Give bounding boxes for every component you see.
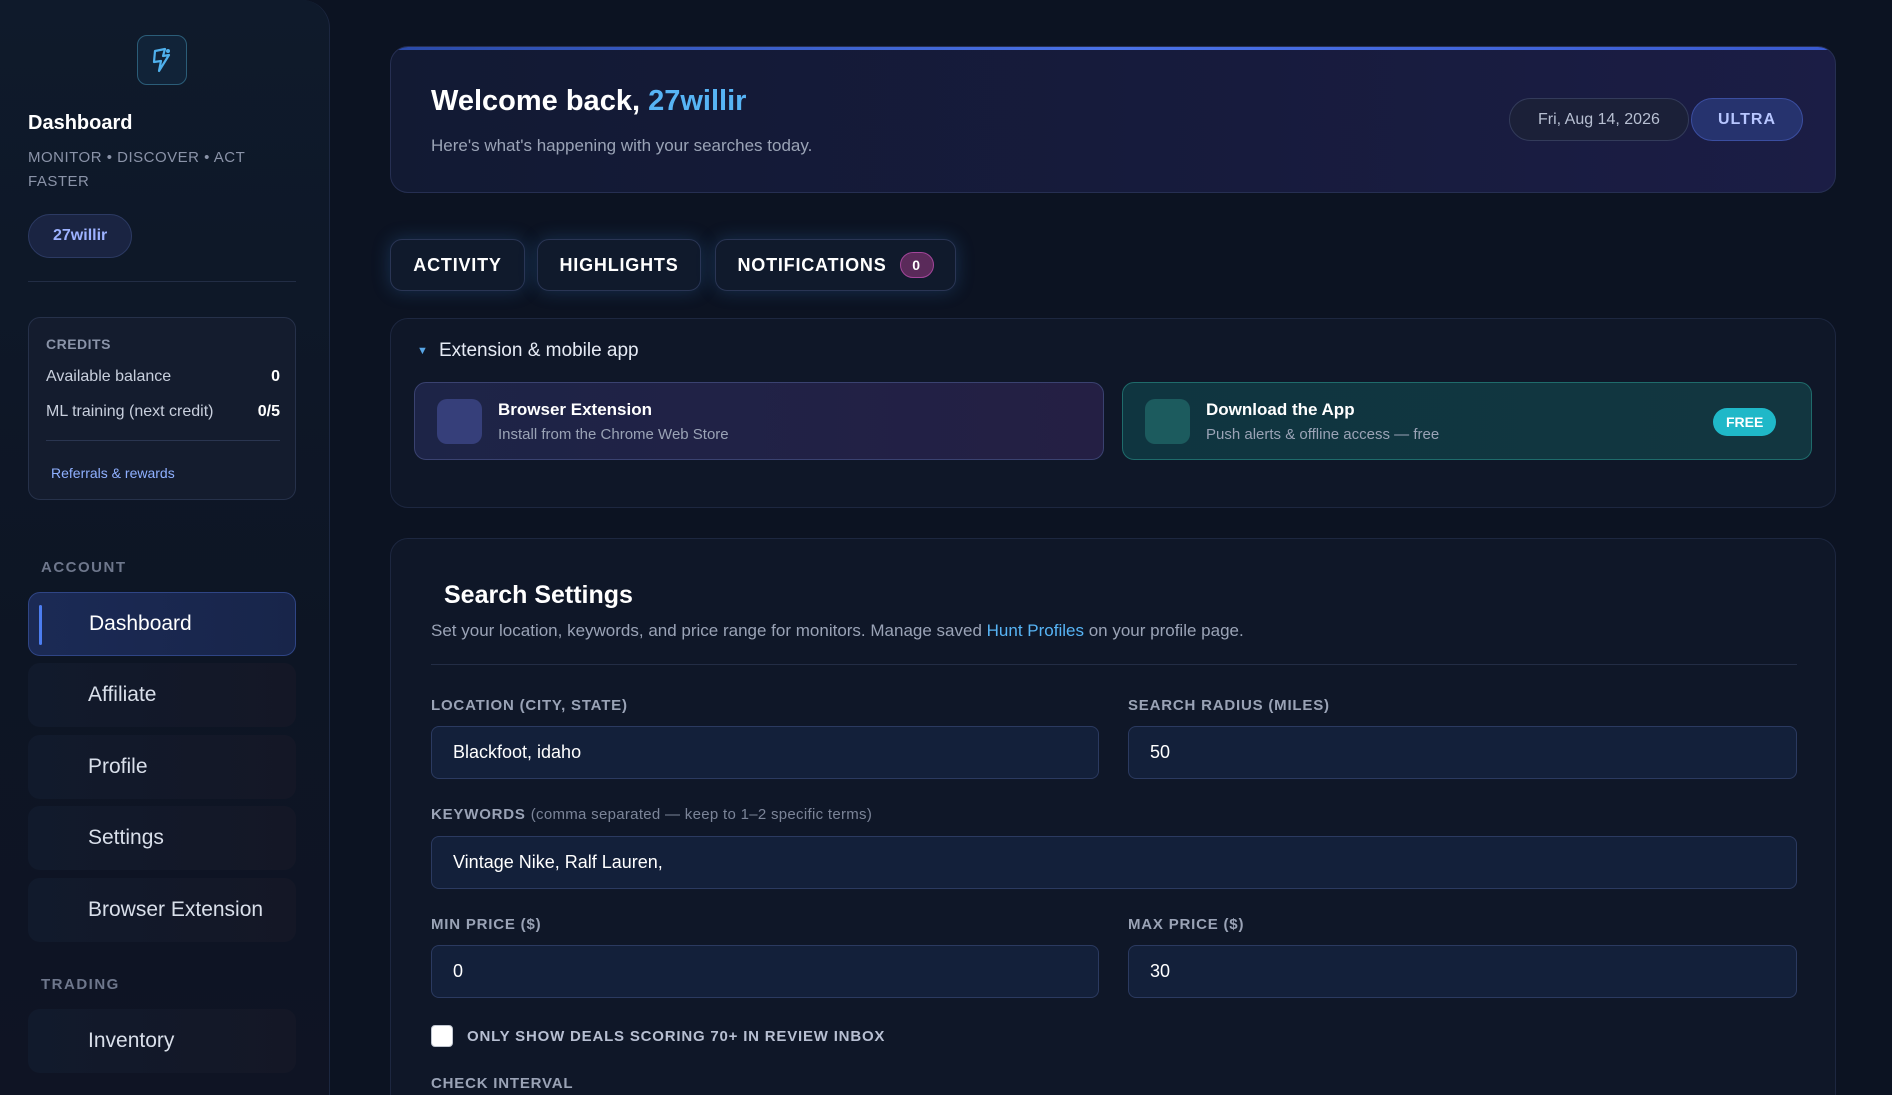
welcome-greeting: Welcome back, bbox=[431, 85, 641, 117]
sidebar-title: Dashboard bbox=[28, 112, 133, 134]
tab-notifications[interactable]: NOTIFICATIONS 0 bbox=[715, 239, 956, 291]
date-badge: Fri, Aug 14, 2026 bbox=[1509, 98, 1689, 141]
sidebar-item-dashboard[interactable]: Dashboard bbox=[28, 592, 296, 656]
tab-activity[interactable]: ACTIVITY bbox=[390, 239, 525, 291]
notifications-count-badge: 0 bbox=[899, 252, 934, 278]
sidebar-item-inventory[interactable]: Inventory bbox=[28, 1009, 296, 1073]
max-price-label: MAX PRICE ($) bbox=[1128, 916, 1245, 933]
min-price-input[interactable] bbox=[431, 945, 1099, 998]
app-logo-icon[interactable] bbox=[137, 35, 187, 85]
hunt-profiles-link[interactable]: Hunt Profiles bbox=[987, 621, 1084, 640]
download-app-card[interactable]: Download the App Push alerts & offline a… bbox=[1122, 382, 1812, 460]
settings-divider bbox=[431, 664, 1797, 665]
browser-extension-icon bbox=[437, 398, 482, 444]
search-settings-description: Set your location, keywords, and price r… bbox=[431, 621, 1244, 641]
credits-training-label: ML training (next credit) bbox=[46, 403, 214, 420]
credits-label: CREDITS bbox=[46, 336, 111, 352]
sidebar-divider bbox=[28, 281, 296, 282]
extension-panel-title[interactable]: Extension & mobile app bbox=[439, 340, 639, 362]
credits-card: CREDITS Available balance 0 ML training … bbox=[28, 317, 296, 500]
plan-badge[interactable]: ULTRA bbox=[1691, 98, 1804, 141]
description-suffix: on your profile page. bbox=[1088, 621, 1244, 640]
welcome-subtitle: Here's what's happening with your search… bbox=[431, 136, 813, 155]
keywords-label: KEYWORDS (comma separated — keep to 1–2 … bbox=[431, 806, 872, 823]
credits-training-row: ML training (next credit) 0/5 bbox=[46, 403, 280, 421]
location-label: LOCATION (CITY, STATE) bbox=[431, 697, 628, 714]
mobile-app-icon bbox=[1145, 398, 1190, 444]
free-badge: FREE bbox=[1713, 408, 1777, 436]
welcome-username: 27willir bbox=[648, 85, 747, 117]
browser-extension-card[interactable]: Browser Extension Install from the Chrom… bbox=[414, 382, 1104, 460]
sidebar: Dashboard MONITOR • DISCOVER • ACT FASTE… bbox=[0, 0, 330, 1095]
download-app-subtitle: Push alerts & offline access — free bbox=[1206, 425, 1440, 443]
sidebar-item-settings[interactable]: Settings bbox=[28, 806, 296, 870]
download-app-title: Download the App bbox=[1206, 399, 1355, 419]
description-text: Set your location, keywords, and price r… bbox=[431, 621, 982, 640]
review-inbox-checkbox[interactable] bbox=[431, 1025, 453, 1047]
credits-balance-value: 0 bbox=[271, 368, 280, 385]
referrals-link[interactable]: Referrals & rewards bbox=[51, 465, 175, 481]
review-inbox-checkbox-label[interactable]: ONLY SHOW DEALS SCORING 70+ IN REVIEW IN… bbox=[467, 1028, 885, 1045]
max-price-input[interactable] bbox=[1128, 945, 1797, 998]
caret-down-icon[interactable]: ▼ bbox=[417, 345, 428, 357]
tab-highlights[interactable]: HIGHLIGHTS bbox=[537, 239, 701, 291]
user-badge[interactable]: 27willir bbox=[28, 214, 133, 258]
keywords-input[interactable] bbox=[431, 836, 1797, 889]
radius-label: SEARCH RADIUS (MILES) bbox=[1128, 697, 1330, 714]
search-settings-panel: Search Settings Set your location, keywo… bbox=[390, 538, 1836, 1095]
browser-extension-subtitle: Install from the Chrome Web Store bbox=[498, 425, 729, 443]
radius-input[interactable] bbox=[1128, 726, 1797, 779]
browser-extension-title: Browser Extension bbox=[498, 399, 652, 419]
section-label-trading: TRADING bbox=[41, 976, 120, 993]
extension-panel: ▼ Extension & mobile app Browser Extensi… bbox=[390, 318, 1836, 508]
check-interval-label: CHECK INTERVAL bbox=[431, 1075, 574, 1092]
search-settings-title: Search Settings bbox=[444, 581, 633, 609]
credits-balance-label: Available balance bbox=[46, 368, 172, 385]
credits-balance-row: Available balance 0 bbox=[46, 368, 280, 386]
credits-divider bbox=[46, 440, 280, 441]
section-label-account: ACCOUNT bbox=[41, 559, 127, 576]
sidebar-item-profile[interactable]: Profile bbox=[28, 735, 296, 799]
keywords-label-text: KEYWORDS bbox=[431, 806, 526, 823]
location-input[interactable] bbox=[431, 726, 1099, 779]
tab-notifications-label: NOTIFICATIONS bbox=[737, 254, 887, 275]
sidebar-item-affiliate[interactable]: Affiliate bbox=[28, 663, 296, 727]
welcome-heading: Welcome back, 27willir bbox=[431, 85, 746, 118]
min-price-label: MIN PRICE ($) bbox=[431, 916, 542, 933]
credits-training-value: 0/5 bbox=[257, 403, 280, 420]
welcome-banner: Welcome back, 27willir Here's what's hap… bbox=[390, 46, 1836, 193]
sidebar-tagline: MONITOR • DISCOVER • ACT FASTER bbox=[28, 149, 245, 190]
sidebar-item-browser-extension[interactable]: Browser Extension bbox=[28, 878, 296, 942]
keywords-hint: (comma separated — keep to 1–2 specific … bbox=[530, 806, 873, 823]
